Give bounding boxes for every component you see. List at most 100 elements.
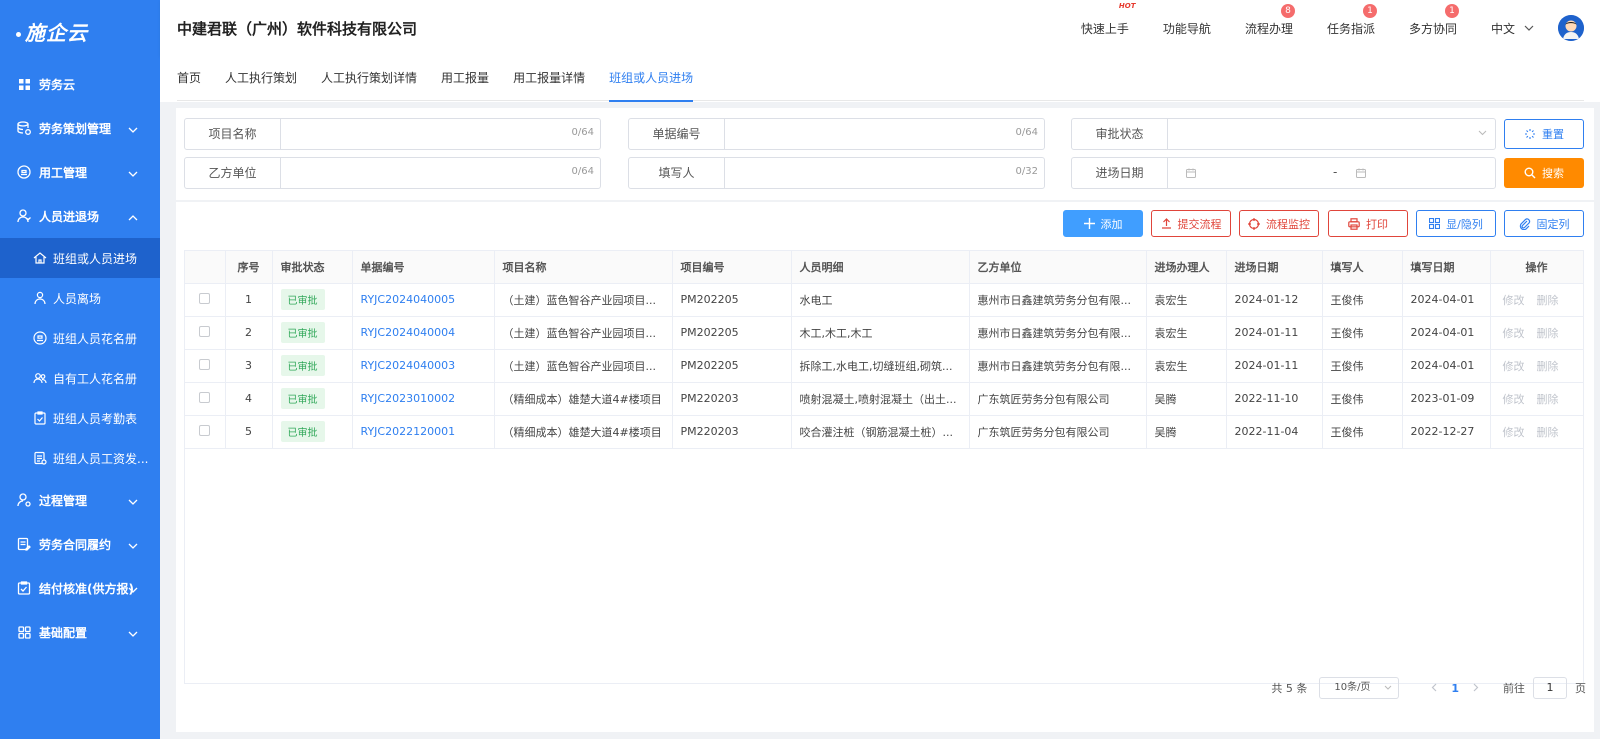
flow-monitor-button[interactable]: 流程监控 bbox=[1239, 210, 1319, 237]
cell-pcode: PM220203 bbox=[672, 415, 792, 449]
delete-button[interactable]: 删除 bbox=[1537, 426, 1559, 439]
logo-dot bbox=[16, 31, 21, 37]
select-all-cell[interactable] bbox=[185, 251, 226, 284]
sidebar-item-settlement[interactable]: 结付核准(供方报) bbox=[0, 566, 160, 610]
cell-handler: 袁宏生 bbox=[1146, 349, 1227, 383]
doc-link[interactable]: RYJC2023010002 bbox=[361, 392, 456, 405]
edit-button[interactable]: 修改 bbox=[1503, 360, 1525, 373]
tab-team-entry[interactable]: 班组或人员进场 bbox=[609, 56, 694, 102]
collaboration-button[interactable]: 多方协同 1 bbox=[1409, 3, 1459, 37]
submit-flow-button[interactable]: 提交流程 bbox=[1151, 210, 1231, 237]
table-row[interactable]: 4 已审批 RYJC2023010002 （精细成本）雄楚大道4#楼项目 PM22020… bbox=[185, 382, 1584, 416]
cell-filler: 王俊伟 bbox=[1322, 316, 1403, 350]
cell-actions: 修改 删除 bbox=[1490, 316, 1584, 350]
prev-page-button[interactable] bbox=[1431, 682, 1437, 695]
chevron-down-icon bbox=[1524, 25, 1534, 31]
doc-no-input[interactable]: 0/64 bbox=[725, 119, 1044, 149]
process-handling-button[interactable]: 流程办理 8 bbox=[1245, 3, 1295, 37]
project-name-input[interactable]: 0/64 bbox=[281, 119, 600, 149]
task-assign-button[interactable]: 任务指派 1 bbox=[1327, 3, 1377, 37]
cell-no: 1 bbox=[225, 283, 273, 317]
approval-status-select[interactable] bbox=[1168, 119, 1495, 149]
page-size-select[interactable]: 10条/页 bbox=[1319, 677, 1400, 699]
cell-status: 已审批 bbox=[272, 283, 353, 317]
cell-pcode: PM202205 bbox=[672, 349, 792, 383]
next-page-button[interactable] bbox=[1473, 682, 1479, 695]
column-header: 乙方单位 bbox=[969, 251, 1147, 284]
tab-labor-plan[interactable]: 人工执行策划 bbox=[225, 56, 297, 101]
fix-column-button[interactable]: 固定列 bbox=[1504, 210, 1584, 237]
sidebar-item-contract[interactable]: 劳务合同履约 bbox=[0, 522, 160, 566]
printer-icon bbox=[1348, 217, 1360, 230]
tab-labor-plan-detail[interactable]: 人工执行策划详情 bbox=[321, 56, 417, 101]
row-checkbox[interactable] bbox=[199, 325, 211, 337]
chevron-down-icon bbox=[1478, 130, 1487, 136]
sidebar-item-process-management[interactable]: 过程管理 bbox=[0, 478, 160, 522]
doc-link[interactable]: RYJC2022120001 bbox=[361, 425, 456, 438]
tab-employment-report-detail[interactable]: 用工报量详情 bbox=[513, 56, 585, 101]
cell-fill-date: 2023-01-09 bbox=[1402, 382, 1491, 416]
approval-status-filter: 审批状态 bbox=[1071, 118, 1496, 150]
feature-nav-button[interactable]: 功能导航 bbox=[1163, 20, 1211, 37]
goto-page-input[interactable]: 1 bbox=[1533, 677, 1567, 699]
doc-link[interactable]: RYJC2024040003 bbox=[361, 359, 456, 372]
sidebar-subitem-own-worker-roster[interactable]: 自有工人花名册 bbox=[0, 358, 160, 398]
sidebar-subitem-attendance[interactable]: 班组人员考勤表 bbox=[0, 398, 160, 438]
cell-status: 已审批 bbox=[272, 415, 353, 449]
status-badge: 已审批 bbox=[280, 388, 325, 409]
table-row[interactable]: 3 已审批 RYJC2024040003 （土建）蓝色智谷产业园项目... PM2022… bbox=[185, 349, 1584, 383]
add-button[interactable]: 添加 bbox=[1063, 210, 1143, 237]
sidebar-item-personnel-entry-exit[interactable]: 人员进退场 bbox=[0, 194, 160, 238]
table-row[interactable]: 2 已审批 RYJC2024040004 （土建）蓝色智谷产业园项目... PM2022… bbox=[185, 316, 1584, 350]
doc-link[interactable]: RYJC2024040004 bbox=[361, 326, 456, 339]
search-button[interactable]: 搜索 bbox=[1504, 158, 1584, 188]
show-hide-columns-button[interactable]: 显/隐列 bbox=[1416, 210, 1496, 237]
sidebar-subitem-team-roster[interactable]: 班组人员花名册 bbox=[0, 318, 160, 358]
party-b-input[interactable]: 0/64 bbox=[281, 158, 600, 188]
row-checkbox[interactable] bbox=[199, 292, 211, 304]
quick-start-button[interactable]: 快速上手 HOT bbox=[1081, 2, 1136, 37]
sidebar-subitem-personnel-exit[interactable]: 人员离场 bbox=[0, 278, 160, 318]
add-label: 添加 bbox=[1100, 217, 1123, 231]
doc-link[interactable]: RYJC2024040005 bbox=[361, 293, 456, 306]
sidebar-item-labor-planning[interactable]: 劳务策划管理 bbox=[0, 106, 160, 150]
columns-icon bbox=[1429, 218, 1441, 229]
row-checkbox[interactable] bbox=[199, 391, 211, 403]
sidebar-subitem-team-entry[interactable]: 班组或人员进场 bbox=[0, 238, 160, 278]
cell-actions: 修改 删除 bbox=[1490, 283, 1584, 317]
delete-button[interactable]: 删除 bbox=[1537, 327, 1559, 340]
column-header: 进场日期 bbox=[1226, 251, 1323, 284]
cell-no: 5 bbox=[225, 415, 273, 449]
row-checkbox[interactable] bbox=[199, 358, 211, 370]
table-row[interactable]: 5 已审批 RYJC2022120001 （精细成本）雄楚大道4#楼项目 PM22020… bbox=[185, 415, 1584, 449]
tab-home[interactable]: 首页 bbox=[177, 56, 201, 101]
sidebar-item-basic-config[interactable]: 基础配置 bbox=[0, 610, 160, 654]
reset-button[interactable]: 重置 bbox=[1504, 119, 1584, 149]
cell-party: 惠州市日鑫建筑劳务分包有限... bbox=[969, 349, 1147, 383]
count-badge: 8 bbox=[1280, 3, 1295, 18]
sidebar-item-labor-cloud[interactable]: 劳务云 bbox=[0, 62, 160, 106]
row-checkbox[interactable] bbox=[199, 424, 211, 436]
delete-button[interactable]: 删除 bbox=[1537, 360, 1559, 373]
edit-button[interactable]: 修改 bbox=[1503, 426, 1525, 439]
sidebar-item-employment[interactable]: 用工管理 bbox=[0, 150, 160, 194]
filter-label: 审批状态 bbox=[1072, 119, 1168, 149]
filler-input[interactable]: 0/32 bbox=[725, 158, 1044, 188]
language-select[interactable]: 中文 bbox=[1491, 20, 1534, 37]
edit-button[interactable]: 修改 bbox=[1503, 327, 1525, 340]
page-number-current[interactable]: 1 bbox=[1451, 682, 1459, 695]
delete-button[interactable]: 删除 bbox=[1537, 294, 1559, 307]
edit-button[interactable]: 修改 bbox=[1503, 393, 1525, 406]
cell-fill-date: 2024-04-01 bbox=[1402, 316, 1491, 350]
print-button[interactable]: 打印 bbox=[1328, 210, 1408, 237]
sidebar-subitem-wage[interactable]: 班组人员工资发... bbox=[0, 438, 160, 478]
table-row[interactable]: 1 已审批 RYJC2024040005 （土建）蓝色智谷产业园项目... PM2022… bbox=[185, 283, 1584, 317]
tab-employment-report[interactable]: 用工报量 bbox=[441, 56, 489, 101]
avatar[interactable] bbox=[1558, 15, 1584, 41]
entry-date-range[interactable]: - bbox=[1168, 158, 1495, 188]
edit-button[interactable]: 修改 bbox=[1503, 294, 1525, 307]
sidebar-item-label: 人员进退场 bbox=[39, 209, 100, 224]
delete-button[interactable]: 删除 bbox=[1537, 393, 1559, 406]
cell-actions: 修改 删除 bbox=[1490, 382, 1584, 416]
cell-doc: RYJC2022120001 bbox=[352, 415, 495, 449]
